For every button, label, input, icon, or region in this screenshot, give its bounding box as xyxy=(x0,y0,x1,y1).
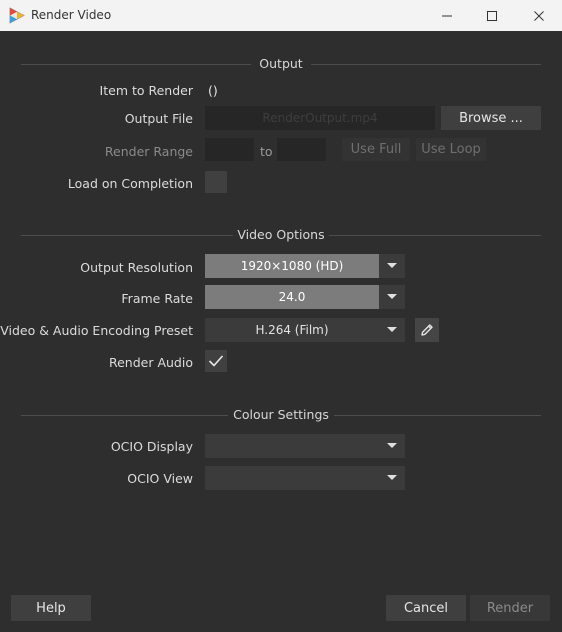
window-title: Render Video xyxy=(31,8,112,22)
encoding-preset-label: Video & Audio Encoding Preset xyxy=(0,323,193,338)
range-end-input[interactable] xyxy=(277,138,326,161)
output-file-placeholder: RenderOutput.mp4 xyxy=(262,111,378,125)
frame-rate-arrow[interactable] xyxy=(379,285,405,309)
output-resolution-label: Output Resolution xyxy=(80,260,193,275)
use-loop-button[interactable]: Use Loop xyxy=(416,138,486,161)
item-to-render-value: () xyxy=(208,83,218,98)
dialog-body: Output Item to Render () Output File Ren… xyxy=(0,31,562,632)
output-file-label: Output File xyxy=(124,111,193,126)
encoding-preset-arrow[interactable] xyxy=(379,318,405,342)
browse-button[interactable]: Browse ... xyxy=(441,106,541,130)
colour-settings-section-header: Colour Settings xyxy=(21,407,541,423)
item-to-render-label: Item to Render xyxy=(99,83,193,98)
output-section-header: Output xyxy=(21,56,541,72)
render-button[interactable]: Render xyxy=(470,595,550,621)
output-resolution-arrow[interactable] xyxy=(379,254,405,278)
frame-rate-value: 24.0 xyxy=(205,285,379,309)
frame-rate-label: Frame Rate xyxy=(121,291,193,306)
maximize-button[interactable] xyxy=(469,0,515,31)
close-icon xyxy=(534,10,544,21)
minimize-icon xyxy=(442,15,452,16)
pencil-icon xyxy=(421,324,433,336)
output-file-input[interactable]: RenderOutput.mp4 xyxy=(205,106,435,130)
ocio-display-arrow[interactable] xyxy=(379,434,405,458)
frame-rate-dropdown[interactable]: 24.0 xyxy=(205,285,405,309)
encoding-preset-dropdown[interactable]: H.264 (Film) xyxy=(205,318,405,342)
minimize-button[interactable] xyxy=(424,0,470,31)
ocio-view-value xyxy=(205,466,379,490)
chevron-down-icon xyxy=(387,443,397,448)
ocio-display-dropdown[interactable] xyxy=(205,434,405,458)
render-audio-checkbox[interactable] xyxy=(205,350,227,372)
ocio-display-label: OCIO Display xyxy=(110,439,193,454)
load-on-completion-label: Load on Completion xyxy=(67,176,193,191)
ocio-display-value xyxy=(205,434,379,458)
ocio-view-dropdown[interactable] xyxy=(205,466,405,490)
help-button[interactable]: Help xyxy=(11,595,91,621)
checkmark-icon xyxy=(208,355,224,367)
range-start-input[interactable] xyxy=(205,138,254,161)
render-audio-label: Render Audio xyxy=(108,355,193,370)
encoding-preset-value: H.264 (Film) xyxy=(205,318,379,342)
range-to-label: to xyxy=(260,144,273,159)
chevron-down-icon xyxy=(387,475,397,480)
edit-preset-button[interactable] xyxy=(415,318,439,342)
output-resolution-value: 1920×1080 (HD) xyxy=(205,254,379,278)
close-button[interactable] xyxy=(516,0,562,31)
title-bar: Render Video xyxy=(0,0,562,31)
cancel-button[interactable]: Cancel xyxy=(386,595,466,621)
render-range-label: Render Range xyxy=(104,144,193,159)
chevron-down-icon xyxy=(387,294,397,299)
chevron-down-icon xyxy=(387,327,397,332)
ocio-view-label: OCIO View xyxy=(127,471,193,486)
output-resolution-dropdown[interactable]: 1920×1080 (HD) xyxy=(205,254,405,278)
load-on-completion-checkbox[interactable] xyxy=(205,171,227,193)
use-full-button[interactable]: Use Full xyxy=(342,138,410,161)
video-options-section-header: Video Options xyxy=(21,227,541,243)
maximize-icon xyxy=(487,10,497,21)
ocio-view-arrow[interactable] xyxy=(379,466,405,490)
chevron-down-icon xyxy=(387,263,397,268)
render-app-icon xyxy=(9,7,25,24)
